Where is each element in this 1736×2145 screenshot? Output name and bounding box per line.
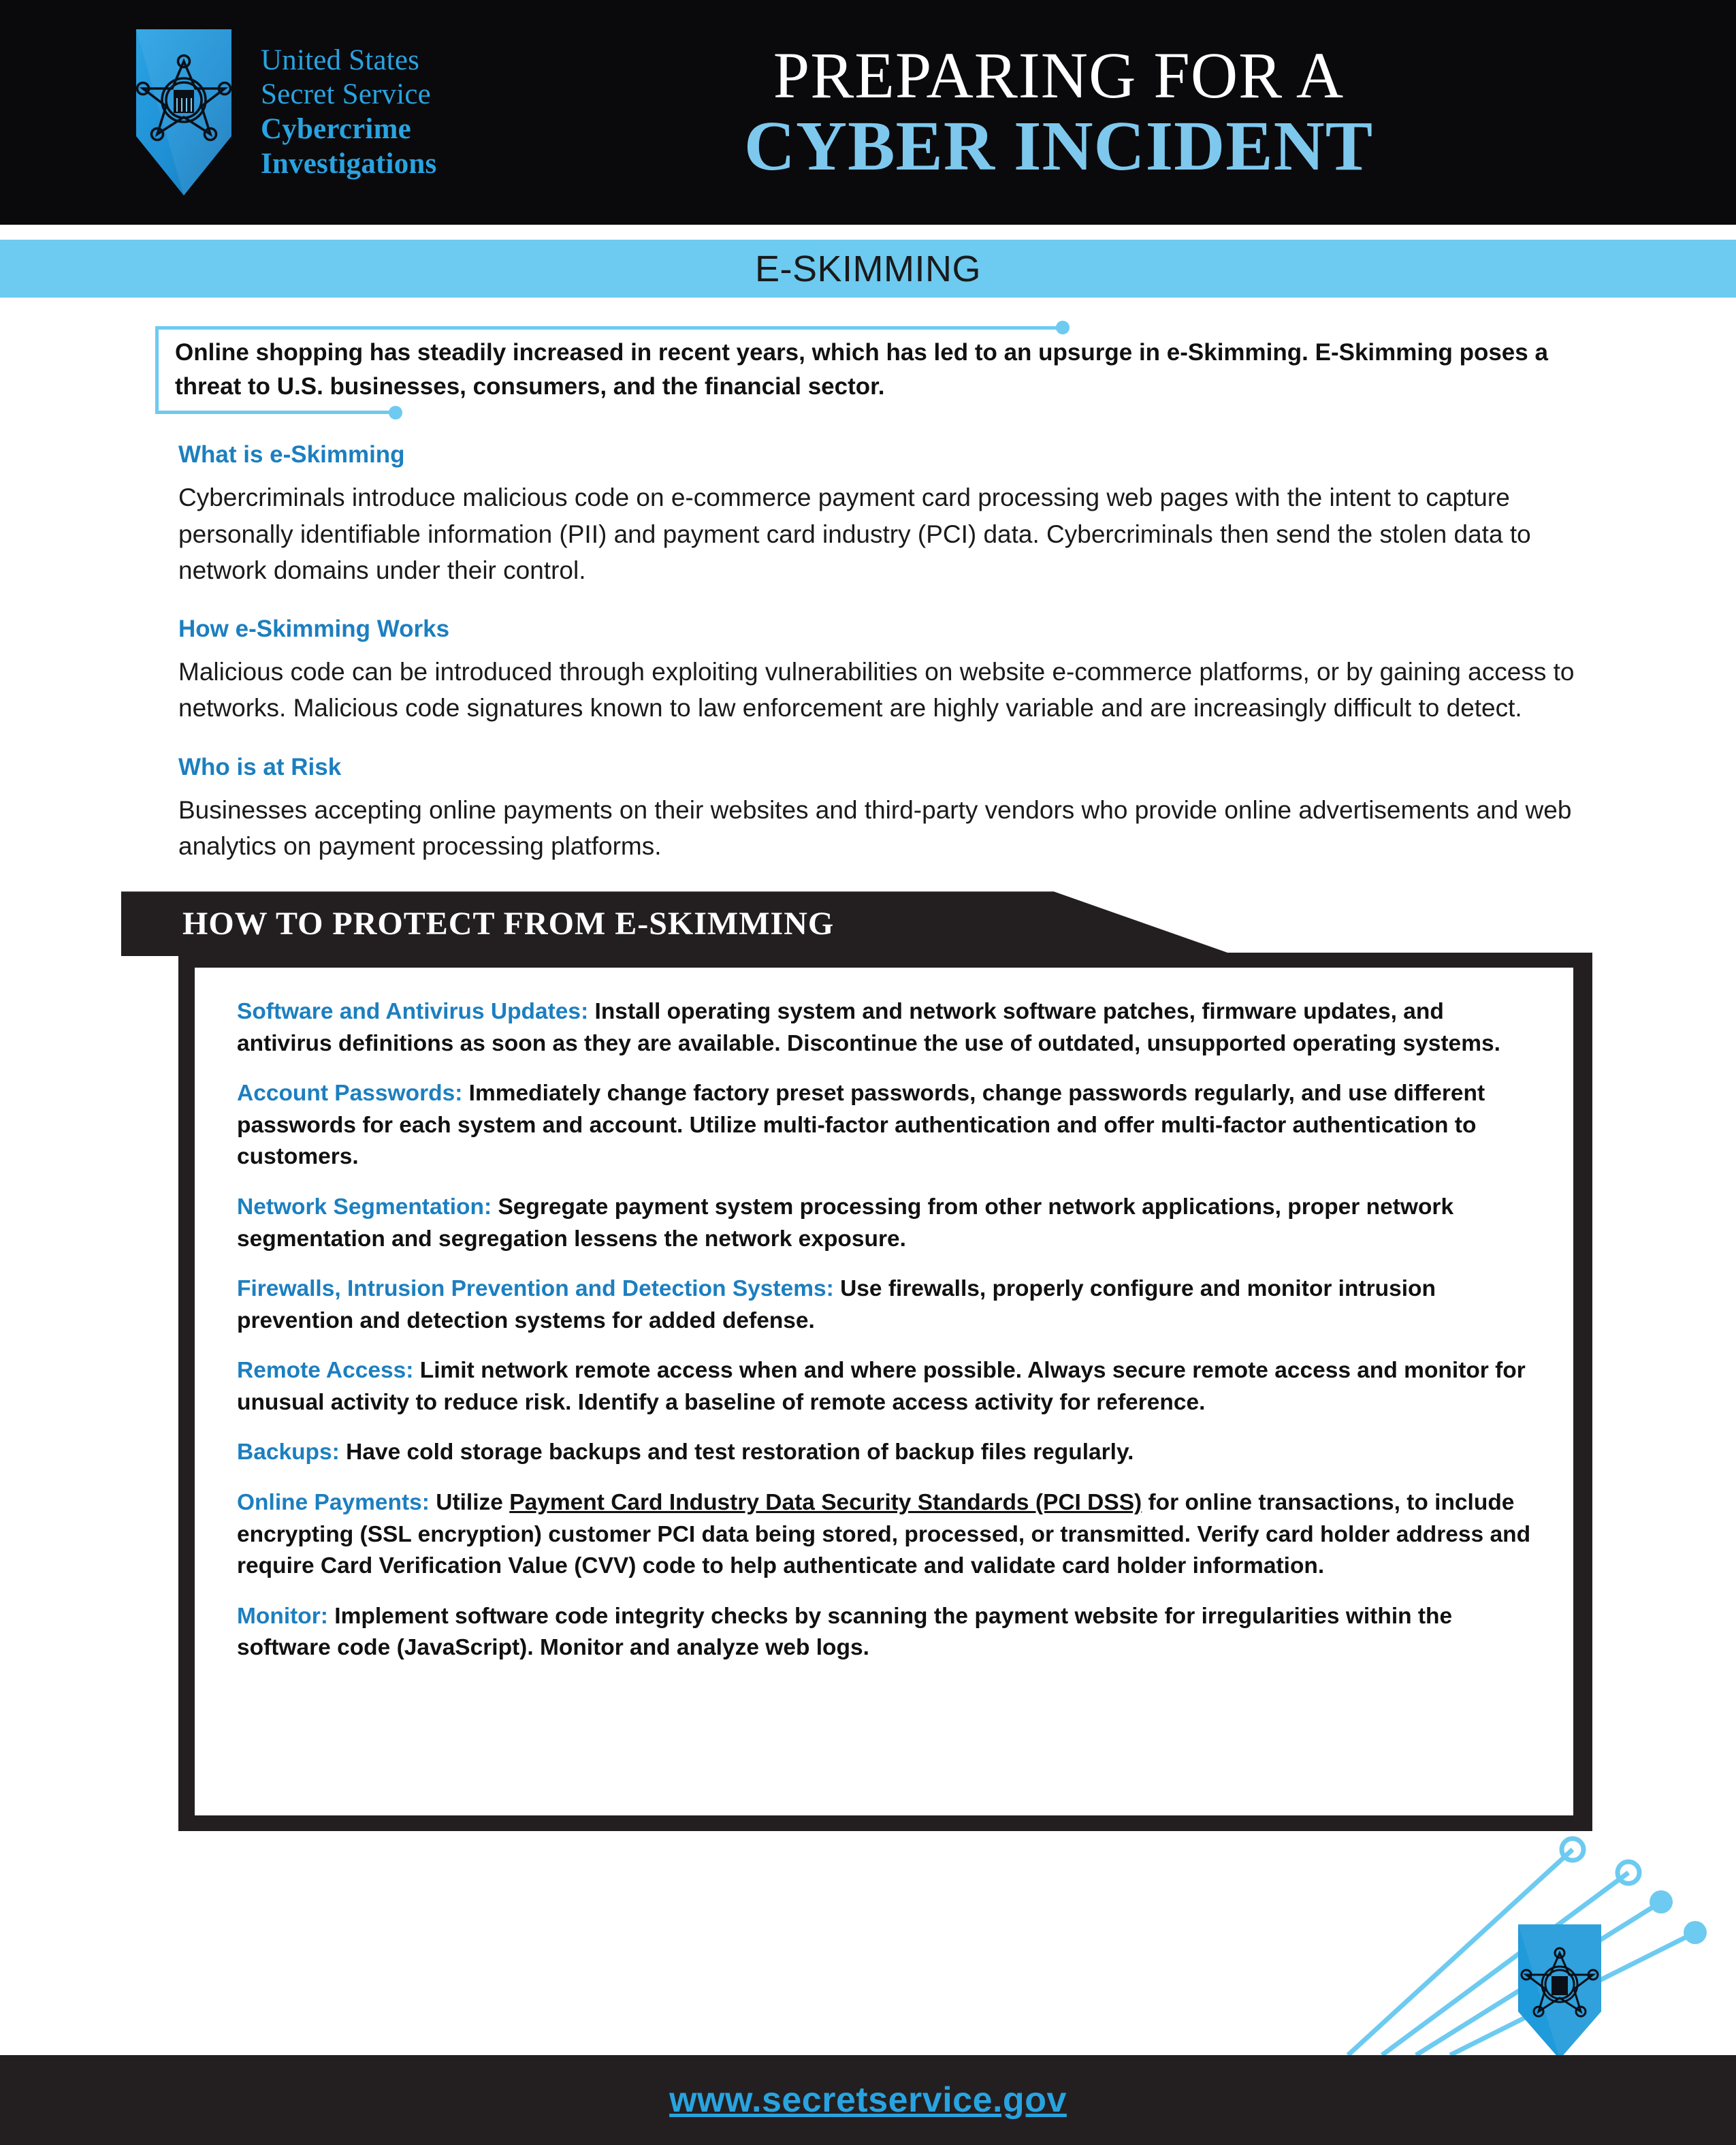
- tip-label: Monitor:: [237, 1603, 328, 1629]
- tip-monitor: Monitor: Implement software code integri…: [237, 1601, 1532, 1664]
- tip-label: Network Segmentation:: [237, 1194, 492, 1220]
- agency-line-2: Secret Service: [261, 78, 431, 111]
- tip-remote-access: Remote Access: Limit network remote acce…: [237, 1355, 1532, 1418]
- section-banner-label: E-SKIMMING: [754, 248, 981, 289]
- circuit-node-filled-icon: [1650, 1890, 1673, 1913]
- tip-online-payments: Online Payments: Utilize Payment Card In…: [237, 1487, 1532, 1583]
- circuit-trace-decoration: [0, 1830, 1736, 2059]
- circuit-node-open-icon: [1615, 1859, 1642, 1886]
- tip-label: Online Payments:: [237, 1489, 430, 1515]
- circuit-node-filled-icon: [1684, 1921, 1707, 1944]
- tip-label: Account Passwords:: [237, 1081, 463, 1107]
- poster-main-title: PREPARING FOR A CYBER INCIDENT: [616, 0, 1501, 225]
- protect-panel-frame: Software and Antivirus Updates: Install …: [178, 953, 1592, 1832]
- tip-account-passwords: Account Passwords: Immediately change fa…: [237, 1078, 1532, 1173]
- section-heading-who-at-risk: Who is at Risk: [178, 753, 342, 780]
- agency-line-3: Cybercrime: [261, 113, 411, 145]
- protect-tip-list: Software and Antivirus Updates: Install …: [195, 968, 1573, 1816]
- header-brand: United States Secret Service Cybercrime …: [0, 27, 436, 197]
- tip-backups: Backups: Have cold storage backups and t…: [237, 1437, 1532, 1469]
- section-banner-eskimming: E-SKIMMING: [0, 240, 1736, 298]
- footer-website-link[interactable]: www.secretservice.gov: [669, 2080, 1067, 2120]
- agency-name-block: United States Secret Service Cybercrime …: [261, 44, 436, 182]
- poster-header: United States Secret Service Cybercrime …: [0, 0, 1736, 225]
- callout-top-dot-icon: [1056, 321, 1070, 334]
- intro-callout: Online shopping has steadily increased i…: [155, 321, 1585, 420]
- tip-body: Have cold storage backups and test resto…: [339, 1440, 1134, 1465]
- tip-software-updates: Software and Antivirus Updates: Install …: [237, 996, 1532, 1060]
- tip-label: Remote Access:: [237, 1358, 414, 1384]
- footer-bar: www.secretservice.gov: [0, 2055, 1736, 2145]
- tip-body-pre: Utilize: [429, 1489, 510, 1515]
- section-heading-how-works: How e-Skimming Works: [178, 616, 450, 643]
- tip-body-pci-dss-link[interactable]: Payment Card Industry Data Security Stan…: [509, 1490, 1142, 1515]
- tip-network-segmentation: Network Segmentation: Segregate payment …: [237, 1192, 1532, 1255]
- usss-star-shield-logo: [133, 27, 235, 197]
- agency-line-4: Investigations: [261, 147, 437, 180]
- section-heading-what-is: What is e-Skimming: [178, 441, 405, 468]
- body-sections: What is e-Skimming Cybercriminals introd…: [178, 441, 1581, 864]
- tip-body: Limit network remote access when and whe…: [237, 1358, 1526, 1415]
- protect-section: HOW TO PROTECT FROM E-SKIMMING Software …: [0, 891, 1736, 1858]
- tip-label: Firewalls, Intrusion Prevention and Dete…: [237, 1276, 834, 1302]
- callout-bottom-dot-icon: [389, 406, 402, 420]
- usss-star-shield-logo: [1518, 1924, 1601, 2059]
- agency-line-1: United States: [261, 44, 420, 76]
- callout-top-rule: [159, 326, 1061, 330]
- title-line-preparing: PREPARING FOR A: [773, 39, 1345, 112]
- tip-body: Implement software code integrity checks…: [237, 1603, 1453, 1661]
- title-line-cyber-incident: CYBER INCIDENT: [743, 106, 1374, 185]
- protect-banner: HOW TO PROTECT FROM E-SKIMMING: [121, 891, 1238, 957]
- tip-firewalls-ips-ids: Firewalls, Intrusion Prevention and Dete…: [237, 1273, 1532, 1337]
- section-body-what-is: Cybercriminals introduce malicious code …: [178, 483, 1531, 584]
- callout-bottom-rule: [159, 411, 393, 415]
- protect-banner-title: HOW TO PROTECT FROM E-SKIMMING: [182, 906, 835, 942]
- intro-paragraph: Online shopping has steadily increased i…: [175, 339, 1548, 400]
- section-body-how-works: Malicious code can be introduced through…: [178, 658, 1575, 722]
- tip-label: Backups:: [237, 1440, 340, 1465]
- tip-label: Software and Antivirus Updates:: [237, 999, 589, 1025]
- poster-page: United States Secret Service Cybercrime …: [0, 0, 1736, 2145]
- section-body-who-at-risk: Businesses accepting online payments on …: [178, 795, 1572, 860]
